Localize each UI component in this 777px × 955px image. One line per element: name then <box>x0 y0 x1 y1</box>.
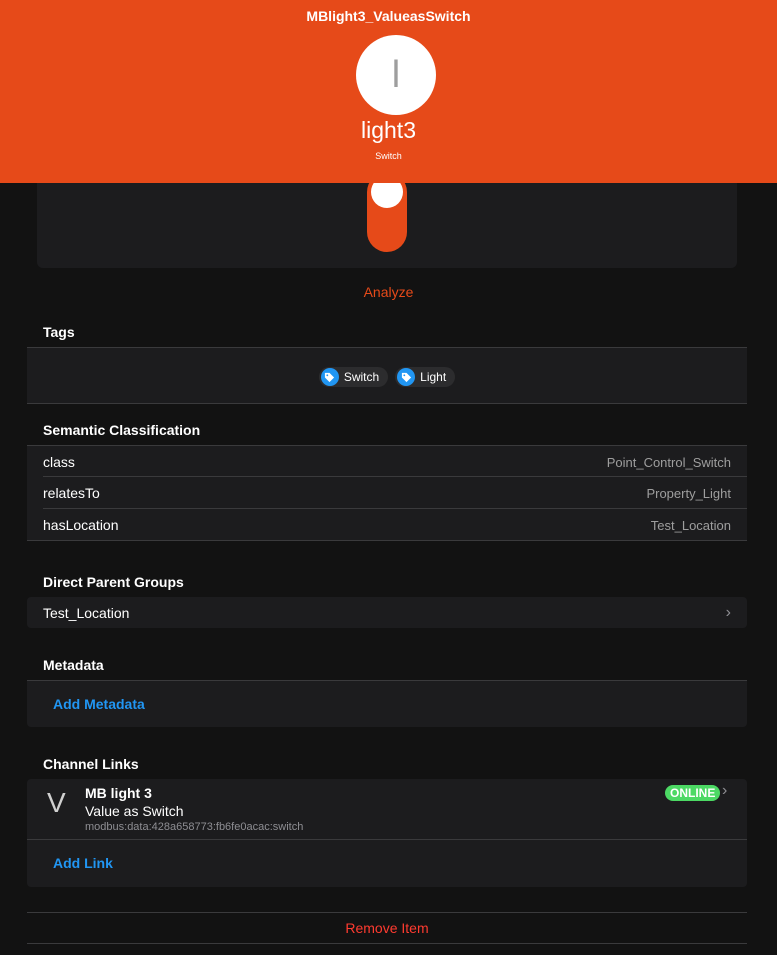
parents-title: Direct Parent Groups <box>43 574 184 590</box>
semantic-row-haslocation: hasLocation Test_Location <box>27 509 747 541</box>
semantic-value: Point_Control_Switch <box>606 454 731 470</box>
analyze-button[interactable]: Analyze <box>0 284 777 300</box>
tag-chip-light[interactable]: Light <box>395 367 456 387</box>
semantic-value: Property_Light <box>646 485 731 501</box>
tag-label: Switch <box>343 370 380 384</box>
divider <box>27 839 747 840</box>
item-avatar: l <box>356 35 436 115</box>
channel-thing-label: MB light 3 <box>85 785 152 801</box>
channel-link-item[interactable]: V MB light 3 Value as Switch modbus:data… <box>27 779 747 839</box>
tags-panel: Switch Light <box>27 348 747 403</box>
channel-label: Value as Switch <box>85 803 184 819</box>
divider <box>27 403 747 404</box>
channel-links-panel: V MB light 3 Value as Switch modbus:data… <box>27 779 747 887</box>
remove-item-button[interactable]: Remove Item <box>27 912 747 944</box>
item-label: light3 <box>361 117 416 143</box>
tag-chip-switch[interactable]: Switch <box>318 367 389 387</box>
switch-toggle[interactable] <box>367 172 407 252</box>
parent-group-item[interactable]: Test_Location › <box>27 597 747 628</box>
add-metadata-button[interactable]: Add Metadata <box>53 696 145 712</box>
metadata-panel: Add Metadata <box>27 681 747 727</box>
item-type: Switch <box>375 151 402 161</box>
semantic-key: relatesTo <box>43 485 100 501</box>
semantic-title: Semantic Classification <box>43 422 201 438</box>
semantic-row-relatesto: relatesTo Property_Light <box>27 477 747 509</box>
semantic-row-class: class Point_Control_Switch <box>27 446 747 478</box>
semantic-value: Test_Location <box>650 517 731 533</box>
page-title: MBlight3_ValueasSwitch <box>306 8 471 24</box>
metadata-title: Metadata <box>43 657 104 673</box>
channel-links-title: Channel Links <box>43 756 139 772</box>
add-link-button[interactable]: Add Link <box>53 855 113 871</box>
tag-icon <box>320 368 339 386</box>
tag-icon <box>397 368 416 386</box>
tag-label: Light <box>420 370 447 384</box>
chevron-right-icon: › <box>725 603 731 621</box>
parent-group-label: Test_Location <box>43 604 130 621</box>
channel-uid: modbus:data:428a658773:fb6fe0acac:switch <box>85 821 304 833</box>
chevron-right-icon: › <box>722 782 728 799</box>
tags-title: Tags <box>43 324 75 340</box>
divider <box>27 540 747 541</box>
semantic-key: class <box>43 454 75 470</box>
item-header: MBlight3_ValueasSwitch l light3 Switch <box>0 0 777 183</box>
channel-link-icon: V <box>47 787 66 818</box>
status-badge: ONLINE <box>665 785 721 801</box>
semantic-key: hasLocation <box>43 517 119 533</box>
